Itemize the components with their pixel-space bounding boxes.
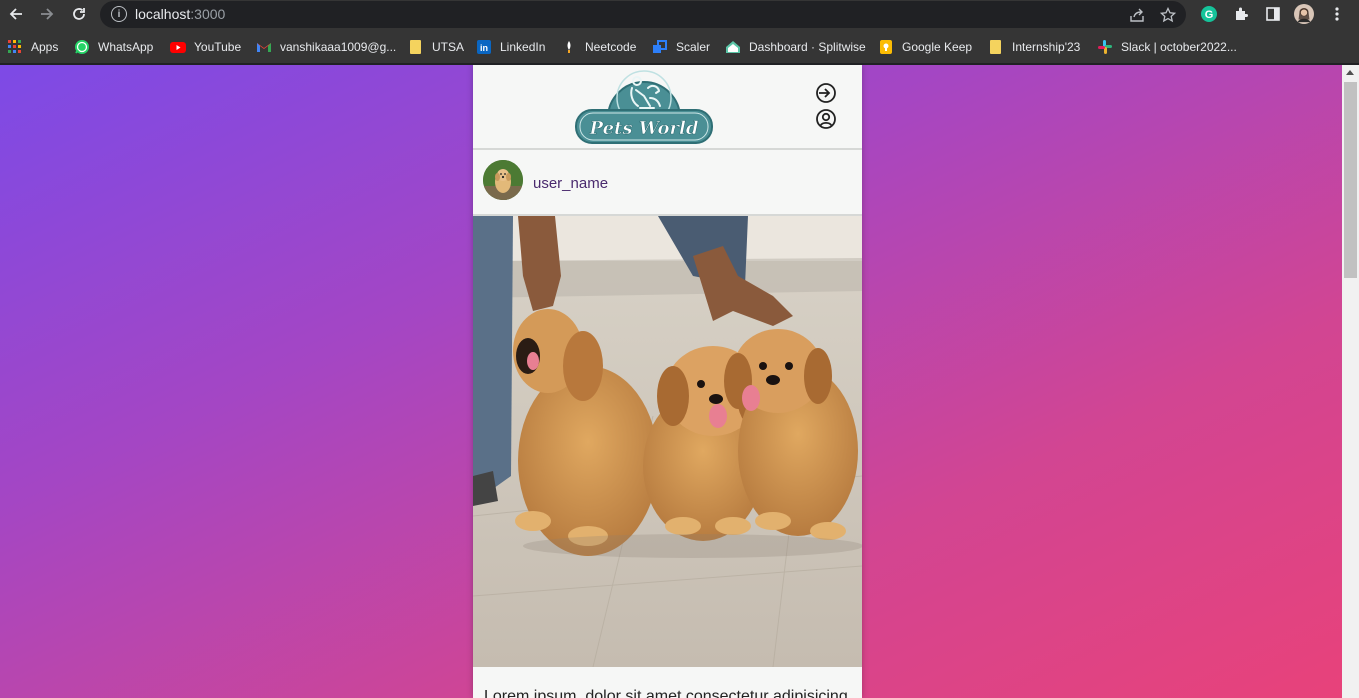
scroll-up-arrow-icon[interactable] [1346, 70, 1354, 75]
bookmark-scaler[interactable]: Scaler [652, 38, 710, 56]
site-info-icon[interactable]: i [111, 6, 127, 22]
page-scrollbar[interactable] [1342, 65, 1359, 698]
pets-world-logo[interactable]: Pets World [574, 66, 714, 146]
back-arrow-icon[interactable] [4, 2, 28, 26]
side-panel-icon[interactable] [1263, 4, 1283, 24]
bookmark-gmail[interactable]: vanshikaaa1009@g... [256, 38, 396, 56]
keep-icon [880, 40, 892, 54]
post-author-row: user_name [473, 152, 862, 216]
folder-icon [990, 40, 1001, 54]
page-background: Pets World user_name Lorem ipsum, dolor … [0, 65, 1342, 698]
neetcode-icon [567, 41, 571, 53]
slack-icon [1098, 40, 1112, 54]
bookmark-apps[interactable]: Apps [7, 38, 58, 56]
bookmark-utsa[interactable]: UTSA [408, 38, 464, 56]
address-bar[interactable]: i localhost:3000 [100, 1, 1186, 28]
bookmark-internship[interactable]: Internship'23 [988, 38, 1080, 56]
post-caption: Lorem ipsum, dolor sit amet consectetur … [484, 688, 848, 698]
bookmark-linkedin[interactable]: in LinkedIn [476, 38, 545, 56]
bookmark-neetcode[interactable]: Neetcode [561, 38, 636, 56]
extensions-puzzle-icon[interactable] [1231, 4, 1251, 24]
splitwise-icon [726, 41, 740, 53]
url-text: localhost:3000 [135, 6, 226, 22]
svg-text:in: in [480, 43, 488, 53]
scrollbar-thumb[interactable] [1344, 82, 1357, 278]
post-image[interactable] [473, 216, 862, 667]
bookmark-google-keep[interactable]: Google Keep [878, 38, 972, 56]
bookmark-splitwise[interactable]: Dashboard · Splitwise [725, 38, 866, 56]
profile-avatar[interactable] [1294, 4, 1314, 24]
apps-grid-icon [8, 40, 21, 53]
linkedin-icon: in [477, 40, 491, 54]
bookmark-whatsapp[interactable]: WhatsApp [74, 38, 153, 56]
bookmark-youtube[interactable]: YouTube [170, 38, 241, 56]
app-header: Pets World [473, 65, 862, 150]
svg-text:Pets World: Pets World [589, 118, 699, 139]
svg-text:G: G [1205, 9, 1214, 21]
username-label[interactable]: user_name [533, 175, 608, 192]
gmail-icon [257, 43, 271, 52]
bookmark-star-icon[interactable] [1158, 5, 1178, 25]
post-card: Pets World user_name Lorem ipsum, dolor … [473, 65, 862, 698]
user-avatar[interactable] [483, 160, 523, 200]
grammarly-icon[interactable]: G [1199, 4, 1219, 24]
browser-toolbar: i localhost:3000 G [0, 0, 1359, 30]
youtube-icon [170, 42, 186, 53]
whatsapp-icon [75, 40, 89, 54]
share-icon[interactable] [1127, 5, 1147, 25]
folder-icon [410, 40, 421, 54]
bookmarks-bar: Apps WhatsApp YouTube vanshikaaa1009@g..… [0, 30, 1359, 64]
user-profile-icon[interactable] [814, 107, 838, 131]
login-icon[interactable] [814, 81, 838, 105]
scaler-icon [653, 40, 667, 53]
reload-icon[interactable] [67, 2, 91, 26]
bookmark-slack[interactable]: Slack | october2022... [1097, 38, 1237, 56]
kebab-menu-icon[interactable] [1327, 4, 1347, 24]
forward-arrow-icon[interactable] [35, 2, 59, 26]
